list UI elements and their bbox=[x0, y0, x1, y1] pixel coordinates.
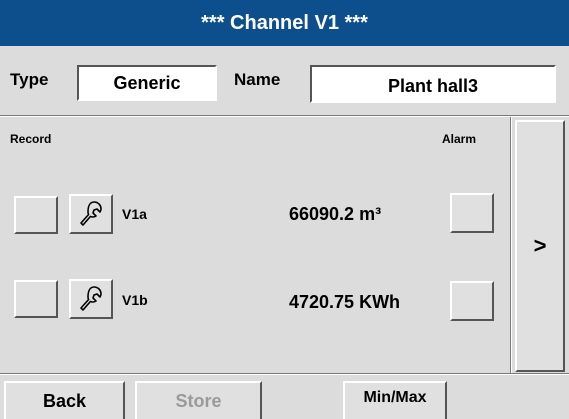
footer-separator bbox=[0, 373, 569, 375]
measurement-value-v1a: 66090.2 m³ bbox=[289, 204, 382, 224]
min-max-label: Min/Max bbox=[363, 389, 427, 406]
channel-settings-screen: *** Channel V1 *** Type Generic Name Pla… bbox=[0, 0, 569, 419]
settings-button-v1b[interactable] bbox=[69, 279, 113, 319]
record-checkbox-v1b[interactable] bbox=[14, 280, 58, 318]
name-field[interactable]: Plant hall3 bbox=[310, 65, 556, 103]
back-label: Back bbox=[42, 390, 87, 411]
measurement-value-v1b: 4720.75 KWh bbox=[289, 292, 401, 312]
settings-button-v1a[interactable] bbox=[69, 194, 113, 234]
title-bar: *** Channel V1 *** bbox=[0, 0, 569, 46]
store-label: Store bbox=[175, 390, 222, 411]
record-label: Record bbox=[10, 132, 52, 146]
store-button[interactable]: Store bbox=[135, 381, 262, 419]
alarm-checkbox-v1a[interactable] bbox=[450, 193, 494, 233]
type-field[interactable]: Generic bbox=[77, 65, 217, 101]
panel-divider bbox=[510, 117, 512, 373]
min-max-button[interactable]: Min/Max bbox=[343, 381, 447, 419]
alarm-label: Alarm bbox=[442, 132, 477, 146]
type-label: Type bbox=[10, 70, 49, 89]
wrench-icon bbox=[78, 200, 104, 228]
channel-panel bbox=[0, 117, 509, 371]
measurement-label-v1b: V1b bbox=[122, 292, 148, 308]
record-checkbox-v1a[interactable] bbox=[14, 196, 58, 234]
name-value: Plant hall3 bbox=[387, 75, 479, 96]
wrench-icon bbox=[78, 285, 104, 313]
next-page-label: > bbox=[533, 233, 547, 258]
type-value: Generic bbox=[113, 72, 181, 93]
title-text: *** Channel V1 *** bbox=[201, 11, 368, 34]
name-label: Name bbox=[234, 70, 281, 89]
alarm-checkbox-v1b[interactable] bbox=[450, 281, 494, 321]
measurement-label-v1a: V1a bbox=[122, 206, 147, 222]
next-page-button[interactable]: > bbox=[515, 120, 565, 372]
back-button[interactable]: Back bbox=[4, 381, 125, 419]
